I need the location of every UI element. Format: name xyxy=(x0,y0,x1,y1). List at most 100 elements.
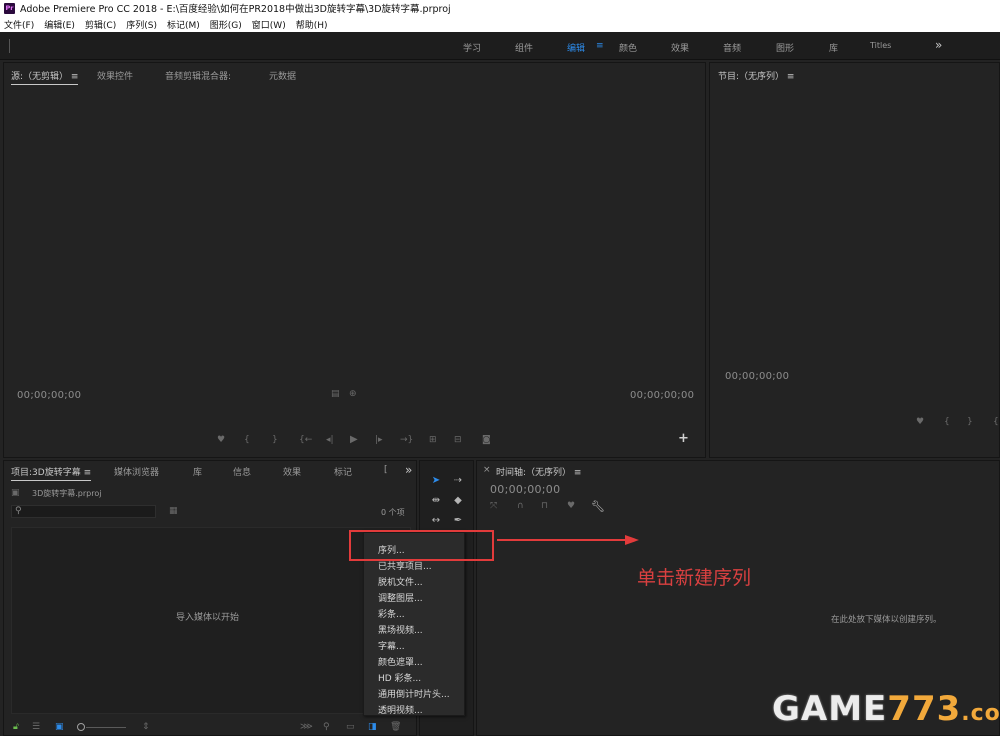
menu-graphics[interactable]: 图形(G) xyxy=(210,18,242,31)
workspace-editing[interactable]: 编辑 xyxy=(567,41,585,54)
menu-sequence[interactable]: 序列(S) xyxy=(126,18,157,31)
menu-item-offline-file[interactable]: 脱机文件... xyxy=(378,575,423,588)
lock-icon[interactable]: 🔓︎ xyxy=(13,722,19,732)
fit-icon[interactable]: ▤ xyxy=(331,389,340,399)
tab-info[interactable]: 信息 xyxy=(233,465,251,478)
insert-icon[interactable]: ⊞ xyxy=(429,435,437,445)
track-select-tool-icon[interactable]: ⇢ xyxy=(451,473,465,487)
go-to-out-icon[interactable]: →} xyxy=(400,435,413,445)
menu-item-color-matte[interactable]: 颜色遮罩... xyxy=(378,655,423,668)
program-go-to-in-icon[interactable]: { xyxy=(993,417,999,427)
workspace-effects[interactable]: 效果 xyxy=(671,41,689,54)
tab-project[interactable]: 项目:3D旋转字幕 ≡ xyxy=(11,465,92,481)
workspace-graphics[interactable]: 图形 xyxy=(776,41,794,54)
workspace-assembly[interactable]: 组件 xyxy=(515,41,533,54)
workspace-libraries[interactable]: 库 xyxy=(829,41,838,54)
tab-menu-icon[interactable]: ≡ xyxy=(71,72,79,82)
menu-help[interactable]: 帮助(H) xyxy=(296,18,328,31)
zoom-slider-handle[interactable] xyxy=(77,723,85,731)
menu-marker[interactable]: 标记(M) xyxy=(167,18,200,31)
new-item-icon[interactable]: ◨ xyxy=(368,722,377,732)
overwrite-icon[interactable]: ⊟ xyxy=(454,435,462,445)
add-marker-icon[interactable]: ♥ xyxy=(217,435,225,445)
tab-media-browser[interactable]: 媒体浏览器 xyxy=(114,465,159,478)
button-editor-add-icon[interactable]: + xyxy=(678,431,689,446)
menu-window[interactable]: 窗口(W) xyxy=(252,18,286,31)
menu-item-black-video[interactable]: 黑场视频... xyxy=(378,623,423,636)
timeline-menu-icon[interactable]: ≡ xyxy=(574,468,582,478)
empty-hint: 导入媒体以开始 xyxy=(176,613,240,623)
menu-item-bars-and-tone[interactable]: 彩条... xyxy=(378,607,405,620)
step-forward-icon[interactable]: |▸ xyxy=(375,435,383,445)
program-mark-out-icon[interactable]: } xyxy=(967,417,973,427)
window-title: Adobe Premiere Pro CC 2018 - E:\百度经验\如何在… xyxy=(20,4,451,15)
slip-tool-icon[interactable]: ↔ xyxy=(429,513,443,527)
tab-libraries[interactable]: 库 xyxy=(193,465,202,478)
zoom-slider-track[interactable] xyxy=(86,727,126,728)
source-timecode-left[interactable]: 00;00;00;00 xyxy=(17,390,81,401)
menu-edit[interactable]: 编辑(E) xyxy=(44,18,75,31)
workspace-bar: 学习 组件 编辑 ≡ 颜色 效果 音频 图形 库 Titles » xyxy=(0,32,1000,60)
program-menu-icon[interactable]: ≡ xyxy=(787,72,795,82)
workspace-overflow-icon[interactable]: » xyxy=(935,38,942,52)
menu-item-countdown-leader[interactable]: 通用倒计时片头... xyxy=(378,687,450,700)
new-search-bin-icon[interactable]: ▦ xyxy=(169,506,178,516)
menu-item-adjustment-layer[interactable]: 调整图层... xyxy=(378,591,423,604)
new-bin-icon[interactable]: ▭ xyxy=(346,722,355,732)
project-folder-icon: ▣ xyxy=(11,488,20,498)
program-timecode[interactable]: 00;00;00;00 xyxy=(725,371,789,382)
tab-effects[interactable]: 效果 xyxy=(283,465,301,478)
play-icon[interactable]: ▶ xyxy=(350,434,358,445)
selection-tool-icon[interactable]: ➤ xyxy=(429,473,443,487)
timeline-timecode[interactable]: 00;00;00;00 xyxy=(490,483,560,496)
list-view-icon[interactable]: ☰ xyxy=(32,722,40,732)
mark-out-icon[interactable]: } xyxy=(272,435,278,445)
icon-view-icon[interactable]: ▣ xyxy=(55,722,64,732)
program-add-marker-icon[interactable]: ♥ xyxy=(916,417,924,427)
workspace-menu-icon[interactable]: ≡ xyxy=(596,41,604,51)
ripple-edit-tool-icon[interactable]: ⇹ xyxy=(429,493,443,507)
tab-markers[interactable]: 标记 xyxy=(334,465,352,478)
timeline-title[interactable]: 时间轴:（无序列） ≡ xyxy=(496,465,581,478)
razor-tool-icon[interactable]: ◆ xyxy=(451,493,465,507)
tab-audio-clip-mixer[interactable]: 音频剪辑混合器: xyxy=(165,69,231,82)
tab-project-menu-icon[interactable]: ≡ xyxy=(84,468,92,478)
menu-clip[interactable]: 剪辑(C) xyxy=(85,18,116,31)
item-count: 0 个项 xyxy=(381,508,405,517)
pen-tool-icon[interactable]: ✒ xyxy=(451,513,465,527)
insert-as-nest-icon[interactable]: ⊓ xyxy=(541,501,548,511)
settings-small-icon[interactable]: ⊕ xyxy=(349,389,357,399)
tab-more[interactable]: [ xyxy=(384,465,388,475)
workspace-titles[interactable]: Titles xyxy=(870,41,891,50)
menu-item-caption[interactable]: 字幕... xyxy=(378,639,405,652)
program-title[interactable]: 节目:（无序列） ≡ xyxy=(718,69,794,82)
search-input[interactable]: ⚲ xyxy=(11,505,156,518)
tab-metadata[interactable]: 元数据 xyxy=(269,69,296,82)
menu-item-hd-bars[interactable]: HD 彩条... xyxy=(378,671,421,684)
export-frame-icon[interactable]: ◙ xyxy=(482,435,491,445)
drag-grip[interactable] xyxy=(9,39,10,53)
snap-icon[interactable]: ⤧ xyxy=(490,501,497,511)
linked-selection-icon[interactable]: ∩ xyxy=(517,501,524,511)
find-icon[interactable]: ⚲ xyxy=(323,722,330,732)
workspace-color[interactable]: 颜色 xyxy=(619,41,637,54)
menu-file[interactable]: 文件(F) xyxy=(4,18,34,31)
workspace-learn[interactable]: 学习 xyxy=(463,41,481,54)
watermark-digits: 773 xyxy=(887,689,962,729)
tabs-overflow-icon[interactable]: » xyxy=(405,463,412,477)
menu-item-transparent-video[interactable]: 透明视频... xyxy=(378,703,423,716)
tab-effect-controls[interactable]: 效果控件 xyxy=(97,69,133,82)
sort-icon[interactable]: ⇕ xyxy=(142,722,150,732)
step-back-icon[interactable]: ◂| xyxy=(326,435,334,445)
tab-source[interactable]: 源:（无剪辑） ≡ xyxy=(11,69,79,85)
mark-in-icon[interactable]: { xyxy=(244,435,250,445)
automate-icon[interactable]: ⋙ xyxy=(300,722,313,732)
timeline-settings-wrench-icon[interactable]: 🔧︎ xyxy=(591,500,605,513)
clear-icon[interactable]: 🗑︎ xyxy=(390,722,401,732)
program-mark-in-icon[interactable]: { xyxy=(944,417,950,427)
add-marker-timeline-icon[interactable]: ♥ xyxy=(567,501,575,511)
go-to-in-icon[interactable]: {← xyxy=(299,435,312,445)
timeline-close-icon[interactable]: × xyxy=(483,465,491,475)
workspace-audio[interactable]: 音频 xyxy=(723,41,741,54)
annotation-arrow-head-icon xyxy=(625,535,639,545)
